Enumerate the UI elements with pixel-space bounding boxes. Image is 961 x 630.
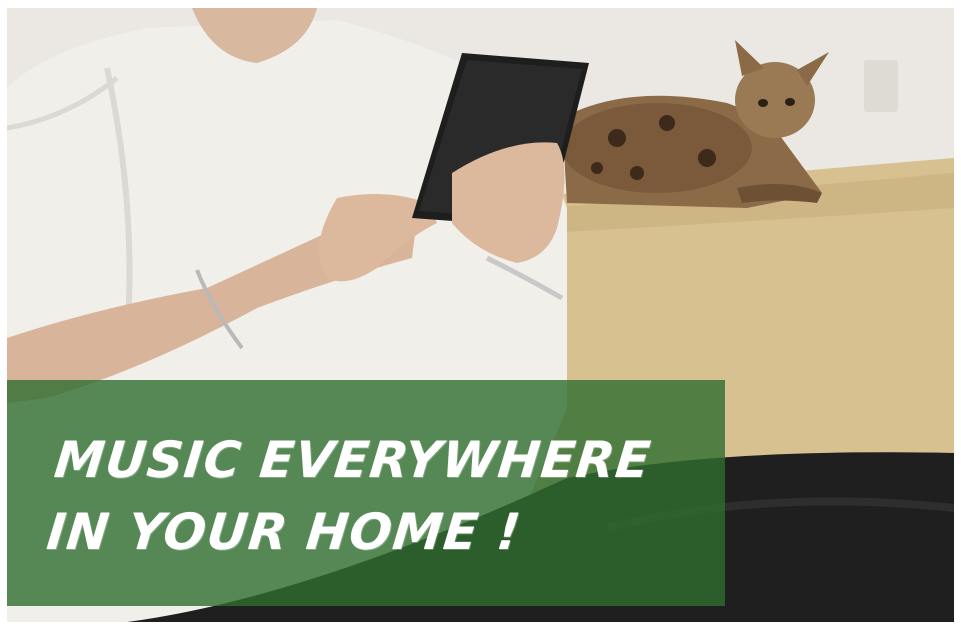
headline-banner: MUSIC EVERYWHERE IN YOUR HOME ! (7, 380, 725, 606)
headline-line-1: MUSIC EVERYWHERE (51, 431, 654, 489)
headline: MUSIC EVERYWHERE IN YOUR HOME ! (43, 424, 654, 568)
hero-image: MUSIC EVERYWHERE IN YOUR HOME ! (7, 8, 954, 622)
headline-line-2: IN YOUR HOME ! (44, 503, 525, 561)
wall-switch (864, 60, 898, 112)
